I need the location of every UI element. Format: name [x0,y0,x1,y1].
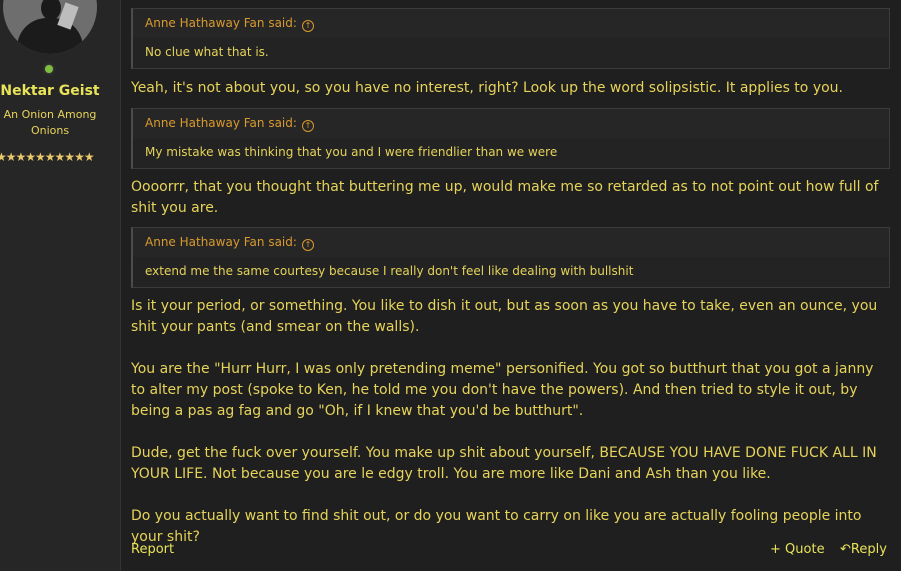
user-sidebar: Nektar Geist An Onion Among Onions ★★★★★… [0,0,121,571]
arrow-up-icon[interactable]: ↑ [301,120,314,132]
online-status-icon [42,62,56,76]
post-paragraph: Is it your period, or something. You lik… [131,298,878,335]
quote-text: extend me the same courtesy because I re… [145,264,634,278]
quote-author[interactable]: Anne Hathaway Fan said: [145,16,297,30]
quote-block: Anne Hathaway Fan said: ↑ My mistake was … [131,108,890,169]
post-paragraph: Dude, get the fuck over yourself. You ma… [131,445,877,482]
avatar[interactable] [3,0,97,54]
avatar-head [41,0,61,20]
quote-button-label: Quote [785,542,825,557]
reply-button-label: Reply [850,542,887,557]
quote-block: Anne Hathaway Fan said: ↑ No clue what th… [131,8,890,69]
quote-author[interactable]: Anne Hathaway Fan said: [145,116,297,130]
reply-arrow-icon: ↶ [840,542,851,557]
quote-author[interactable]: Anne Hathaway Fan said: [145,235,297,249]
post-paragraph: Oooorrr, that you thought that buttering… [131,179,879,216]
plus-icon: + [770,542,781,557]
rating-stars: ★★★★★★★★★★ [0,150,95,164]
arrow-up-icon[interactable]: ↑ [301,239,314,251]
quote-text: No clue what that is. [145,45,269,59]
quote-header[interactable]: Anne Hathaway Fan said: ↑ [133,9,889,38]
arrow-up-icon[interactable]: ↑ [301,20,314,32]
quote-header[interactable]: Anne Hathaway Fan said: ↑ [133,228,889,257]
avatar-body [17,18,83,54]
quote-header[interactable]: Anne Hathaway Fan said: ↑ [133,109,889,138]
post-paragraph: You are the "Hurr Hurr, I was only prete… [131,361,874,419]
report-link[interactable]: Report [131,542,174,557]
username[interactable]: Nektar Geist [0,83,100,99]
quote-block: Anne Hathaway Fan said: ↑ extend me the s… [131,227,890,288]
post-paragraph: Yeah, it's not about you, so you have no… [131,80,843,96]
quote-text: My mistake was thinking that you and I w… [145,145,558,159]
quote-button[interactable]: + Quote [770,542,825,557]
user-title: An Onion Among Onions [3,108,97,137]
reply-button[interactable]: ↶Reply [840,542,887,557]
